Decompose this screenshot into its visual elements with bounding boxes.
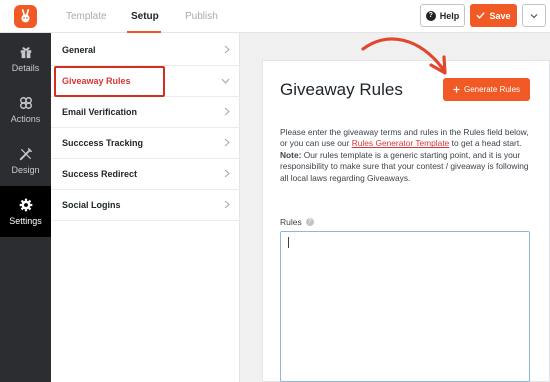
note-text: Our rules template is a generic starting… bbox=[280, 149, 529, 183]
generate-rules-label: Generate Rules bbox=[463, 85, 521, 94]
chevron-right-icon bbox=[224, 138, 230, 147]
gift-icon bbox=[20, 46, 31, 58]
chevron-down-icon bbox=[221, 78, 230, 84]
rail-item-actions[interactable]: Actions bbox=[0, 84, 51, 135]
left-rail: Details Actions Design Settings bbox=[0, 33, 51, 382]
tab-template[interactable]: Template bbox=[66, 0, 107, 33]
rail-item-settings[interactable]: Settings bbox=[0, 186, 51, 237]
section-label: Succcess Tracking bbox=[62, 138, 144, 148]
rules-description: Please enter the giveaway terms and rule… bbox=[280, 127, 535, 184]
section-label: Success Redirect bbox=[62, 169, 138, 179]
chevron-right-icon bbox=[224, 45, 230, 54]
annotation-arrow bbox=[361, 37, 447, 75]
help-tooltip-icon[interactable]: ? bbox=[305, 218, 314, 226]
rail-label-settings: Settings bbox=[9, 215, 42, 226]
save-label: Save bbox=[489, 10, 511, 21]
rail-label-actions: Actions bbox=[10, 113, 41, 124]
chevron-down-icon bbox=[530, 13, 538, 18]
section-success-redirect[interactable]: Success Redirect bbox=[51, 159, 240, 190]
rail-item-details[interactable]: Details bbox=[0, 33, 51, 84]
section-label: Email Verification bbox=[62, 107, 138, 117]
question-icon: ? bbox=[425, 10, 436, 21]
section-label: Social Logins bbox=[62, 200, 121, 210]
help-label: Help bbox=[439, 10, 460, 21]
chevron-right-icon bbox=[224, 107, 230, 116]
chevron-right-icon bbox=[224, 169, 230, 178]
rules-textarea[interactable] bbox=[280, 231, 530, 382]
generate-rules-button[interactable]: Generate Rules bbox=[443, 78, 530, 101]
top-bar: Template Setup Publish ? Help Save bbox=[0, 0, 550, 33]
help-button[interactable]: ? Help bbox=[420, 4, 465, 27]
design-tools-icon bbox=[19, 147, 32, 160]
actions-icon bbox=[19, 96, 32, 109]
tab-setup[interactable]: Setup bbox=[131, 0, 159, 33]
rail-item-design[interactable]: Design bbox=[0, 135, 51, 186]
more-options-button[interactable] bbox=[522, 4, 546, 27]
section-email-verification[interactable]: Email Verification bbox=[51, 97, 240, 128]
rabbit-logo-icon bbox=[14, 5, 37, 28]
description-text-end: to get a head start. bbox=[449, 138, 522, 149]
check-icon bbox=[477, 12, 485, 19]
chevron-right-icon bbox=[224, 200, 230, 209]
section-success-tracking[interactable]: Succcess Tracking bbox=[51, 128, 240, 159]
section-label: General bbox=[62, 45, 96, 55]
note-label: Note: bbox=[280, 149, 302, 160]
rail-label-details: Details bbox=[11, 62, 40, 73]
gear-icon bbox=[19, 198, 32, 211]
save-button[interactable]: Save bbox=[470, 4, 517, 27]
rules-label-text: Rules bbox=[280, 217, 302, 227]
rail-label-design: Design bbox=[11, 164, 40, 175]
section-social-logins[interactable]: Social Logins bbox=[51, 190, 240, 221]
app-logo[interactable] bbox=[0, 0, 51, 33]
tab-publish[interactable]: Publish bbox=[185, 0, 218, 33]
plus-icon bbox=[453, 86, 460, 93]
text-cursor bbox=[288, 237, 289, 248]
rules-generator-link[interactable]: Rules Generator Template bbox=[352, 138, 450, 148]
rules-field-label: Rules ? bbox=[280, 217, 314, 227]
section-general[interactable]: General bbox=[51, 35, 240, 66]
highlight-box bbox=[54, 66, 165, 97]
